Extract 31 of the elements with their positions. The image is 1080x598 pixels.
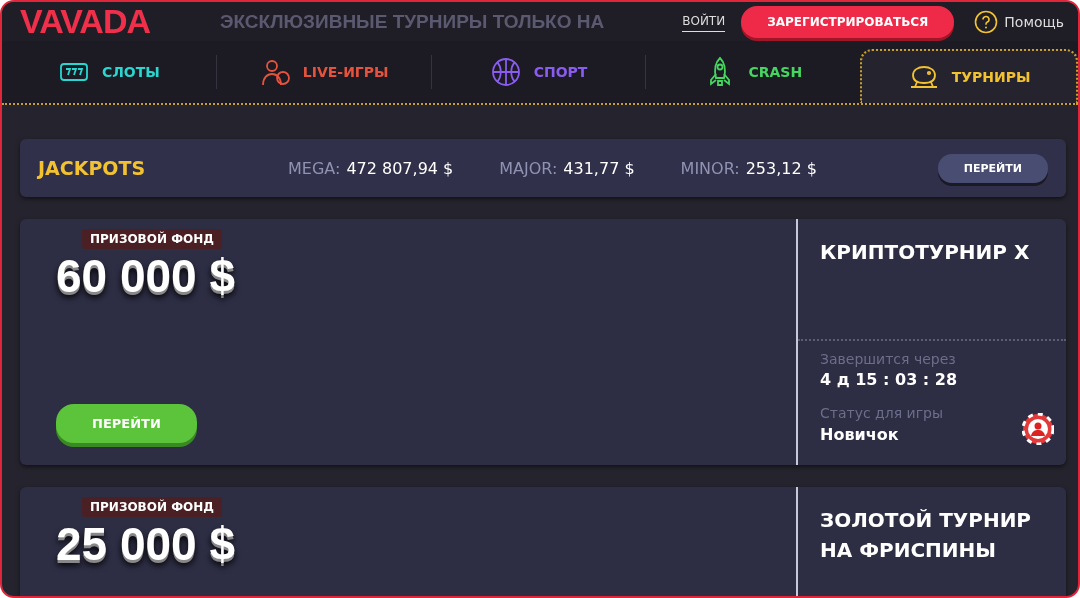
status-value: Новичок (820, 424, 899, 444)
category-tab[interactable]: СПОРТ (431, 41, 646, 103)
jackpot-value: 472 807,94 $ (346, 158, 454, 178)
help-link[interactable]: Помощь (1004, 13, 1064, 30)
prize-fund-badge: ПРИЗОВОЙ ФОНД (82, 229, 222, 249)
login-link[interactable]: ВОЙТИ (682, 11, 726, 32)
category-tab[interactable]: LIVE-ИГРЫ (216, 41, 431, 103)
jackpots-title: JACKPOTS (38, 157, 147, 179)
basketball-icon (489, 56, 522, 88)
tournament-title: ЗОЛОТОЙ ТУРНИР НА ФРИСПИНЫ (820, 507, 1033, 564)
go-button[interactable]: ПЕРЕЙТИ (937, 153, 1048, 183)
prize-amount: 25 000 $ (56, 517, 236, 571)
prize-fund-badge: ПРИЗОВОЙ ФОНД (82, 497, 222, 517)
register-button[interactable]: ЗАРЕГИСТРИРОВАТЬСЯ (741, 5, 955, 38)
category-tab[interactable]: СЛОТЫ (2, 41, 216, 103)
jackpot-value: 431,77 $ (563, 158, 635, 178)
tournament-title: КРИПТОТУРНИР X (820, 239, 1031, 266)
user-chip-icon (1022, 413, 1054, 445)
jackpot-label: MINOR: (680, 158, 740, 178)
logo[interactable]: VAVADA (20, 2, 150, 41)
status-label: Статус для игры (820, 405, 944, 421)
help-icon[interactable] (974, 9, 999, 34)
ends-label: Завершится через (820, 351, 957, 367)
banner-title: ЭКСКЛЮЗИВНЫЕ ТУРНИРЫ ТОЛЬКО НА (220, 10, 605, 33)
jackpot-value: 253,12 $ (745, 158, 817, 178)
jackpot-label: MEGA: (288, 158, 341, 178)
countdown-timer: 4 д 15 : 03 : 28 (820, 370, 959, 389)
jackpot-label: MAJOR: (499, 158, 558, 178)
category-tab[interactable]: ТУРНИРЫ (860, 49, 1078, 103)
prize-amount: 60 000 $ (56, 249, 236, 303)
category-tab[interactable]: CRASH (646, 41, 861, 103)
